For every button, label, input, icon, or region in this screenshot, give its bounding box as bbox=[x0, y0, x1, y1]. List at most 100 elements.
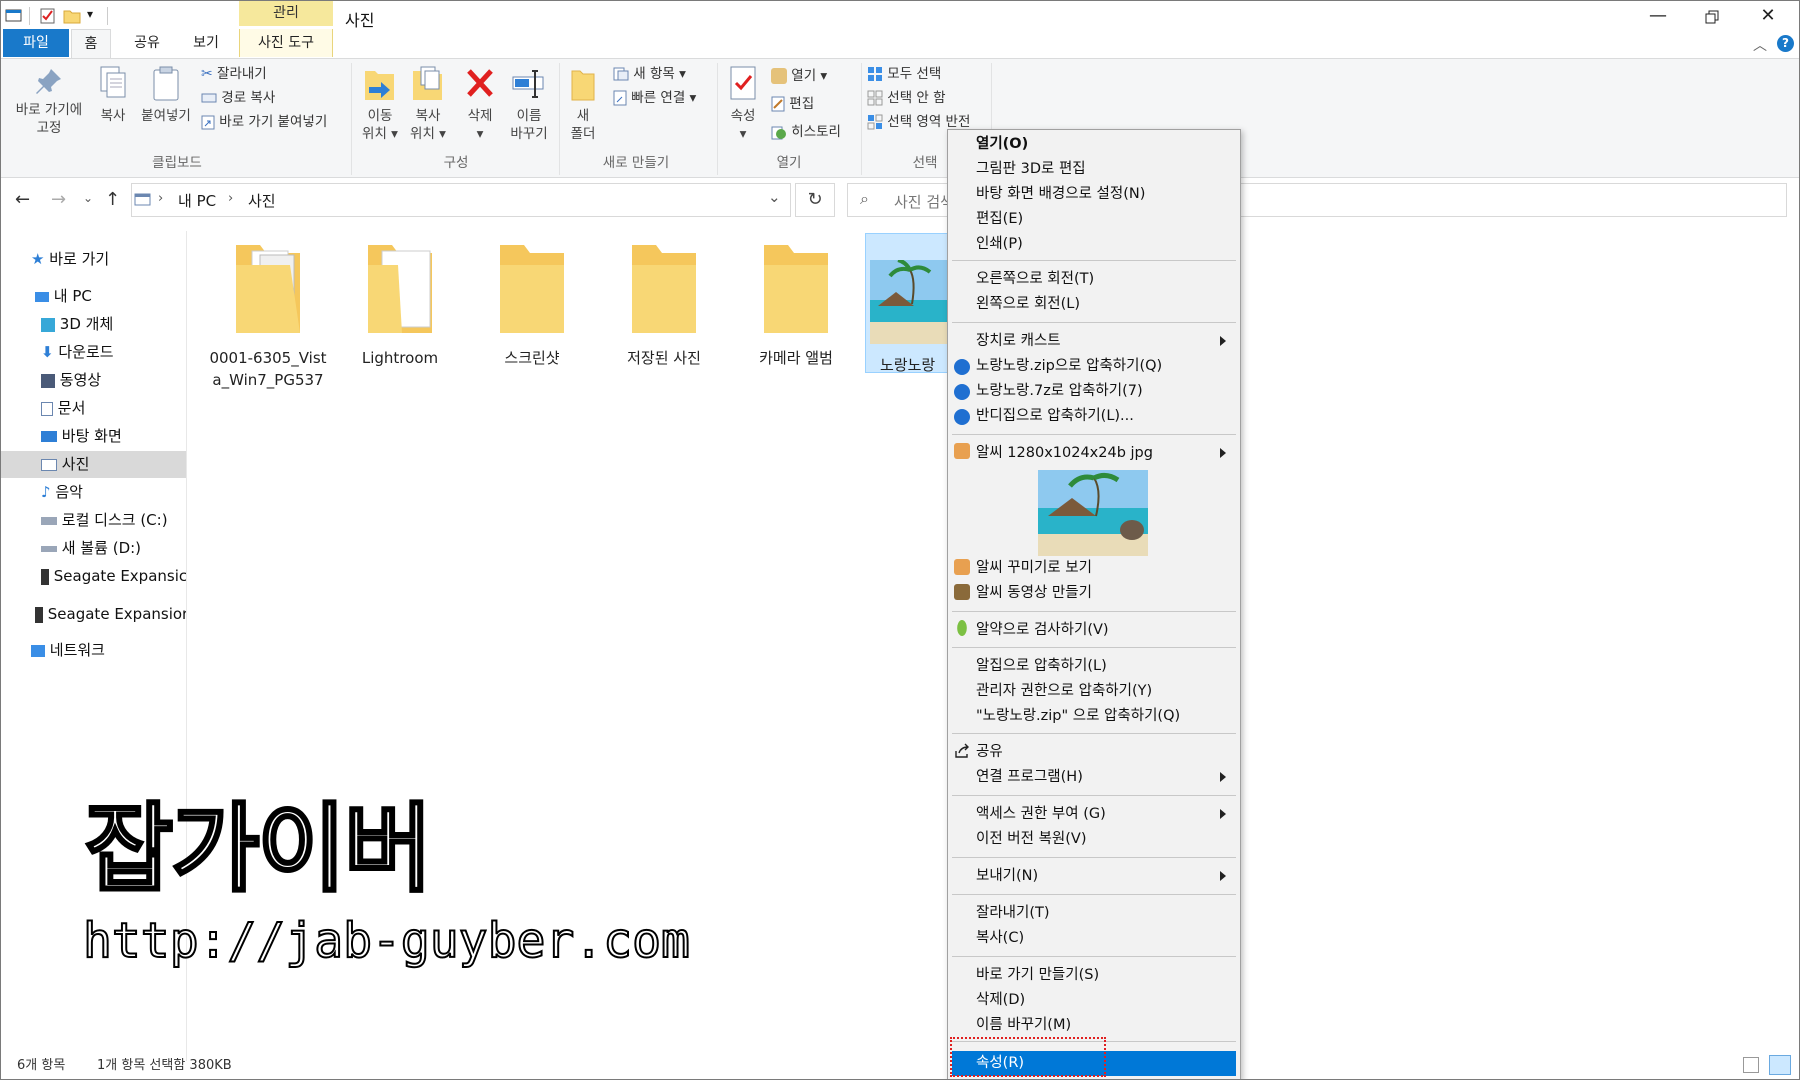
sidebar-item-seagate-2[interactable]: Seagate Expansior bbox=[1, 601, 186, 628]
back-button[interactable]: ← bbox=[15, 189, 30, 210]
tab-view[interactable]: 보기 bbox=[185, 29, 227, 57]
menu-item-restore-versions[interactable]: 이전 버전 복원(V) bbox=[976, 827, 1087, 852]
sidebar-item-3d-objects[interactable]: 3D 개체 bbox=[1, 311, 186, 338]
menu-item-alzip-admin[interactable]: 관리자 권한으로 압축하기(Y) bbox=[976, 679, 1152, 704]
menu-item-open-with[interactable]: 연결 프로그램(H) bbox=[976, 765, 1083, 790]
sidebar-item-pictures[interactable]: 사진 bbox=[1, 451, 186, 478]
copy-button[interactable]: 복사 bbox=[93, 65, 133, 125]
menu-item-bandizip[interactable]: 반디집으로 압축하기(L)... bbox=[976, 404, 1134, 429]
breadcrumb-this-pc[interactable]: 내 PC bbox=[178, 190, 216, 211]
forward-arrow-icon: → bbox=[51, 189, 67, 210]
collapse-ribbon-icon[interactable]: ︿ bbox=[1753, 35, 1767, 55]
menu-item-alzip[interactable]: 알집으로 압축하기(L) bbox=[976, 654, 1107, 679]
menu-item-share[interactable]: 공유 bbox=[976, 740, 1003, 765]
move-to-button[interactable]: 이동 위치 ▾ bbox=[357, 65, 403, 143]
customize-qat-icon[interactable]: ▾ bbox=[87, 7, 93, 21]
paste-shortcut-button[interactable]: 바로 가기 붙여넣기 bbox=[201, 111, 327, 133]
menu-item-give-access[interactable]: 액세스 권한 부여 (G) bbox=[976, 802, 1106, 827]
copy-to-button[interactable]: 복사 위치 ▾ bbox=[405, 65, 451, 143]
sidebar-item-seagate-1[interactable]: Seagate Expansic bbox=[1, 563, 186, 590]
sidebar-item-music[interactable]: ♪ 음악 bbox=[1, 479, 186, 506]
up-button[interactable]: ↑ bbox=[105, 189, 120, 210]
sidebar-item-new-volume[interactable]: 새 볼륨 (D:) bbox=[1, 535, 186, 562]
explorer-app-icon[interactable] bbox=[5, 7, 23, 25]
properties-button[interactable]: 속성 ▾ bbox=[721, 65, 765, 143]
menu-item-alsee-decorate[interactable]: 알씨 꾸미기로 보기 bbox=[976, 556, 1092, 581]
file-item[interactable]: 0001-6305_Vista_Win7_PG537 bbox=[209, 241, 327, 391]
open-button[interactable]: 열기 ▾ bbox=[771, 65, 827, 87]
sidebar-item-local-disk[interactable]: 로컬 디스크 (C:) bbox=[1, 507, 186, 534]
large-icons-view-icon[interactable] bbox=[1769, 1055, 1791, 1075]
file-item[interactable]: 카메라 앨범 bbox=[737, 241, 855, 369]
context-tab-group-label: 관리 bbox=[273, 5, 299, 21]
menu-item-rotate-left[interactable]: 왼쪽으로 회전(L) bbox=[976, 292, 1080, 317]
new-folder-button[interactable]: 새 폴더 bbox=[563, 65, 603, 143]
menu-item-cast-to-device[interactable]: 장치로 캐스트 bbox=[976, 329, 1061, 354]
tab-file[interactable]: 파일 bbox=[3, 29, 69, 57]
menu-item-copy[interactable]: 복사(C) bbox=[976, 926, 1024, 951]
menu-item-delete[interactable]: 삭제(D) bbox=[976, 988, 1025, 1013]
menu-item-rotate-right[interactable]: 오른쪽으로 회전(T) bbox=[976, 267, 1094, 292]
copy-label: 복사 bbox=[100, 108, 126, 124]
menu-item-print[interactable]: 인쇄(P) bbox=[976, 232, 1023, 257]
restore-button[interactable] bbox=[1685, 1, 1739, 33]
history-button[interactable]: 히스토리 bbox=[771, 121, 841, 143]
menu-item-set-wallpaper[interactable]: 바탕 화면 배경으로 설정(N) bbox=[976, 182, 1145, 207]
tab-picture-tools[interactable]: 사진 도구 bbox=[239, 29, 333, 57]
file-item[interactable]: 스크린샷 bbox=[473, 241, 591, 369]
tab-home[interactable]: 홈 bbox=[71, 29, 111, 58]
sidebar-item-quick-access[interactable]: ★ 바로 가기 bbox=[1, 246, 186, 273]
sidebar-item-network[interactable]: 네트워크 bbox=[1, 637, 186, 664]
file-item[interactable]: Lightroom bbox=[341, 241, 459, 369]
pictures-folder-icon bbox=[134, 193, 151, 206]
sidebar-item-documents[interactable]: 문서 bbox=[1, 395, 186, 422]
sidebar-item-desktop[interactable]: 바탕 화면 bbox=[1, 423, 186, 450]
sidebar-item-this-pc[interactable]: 내 PC bbox=[1, 283, 186, 310]
menu-item-cut[interactable]: 잘라내기(T) bbox=[976, 901, 1050, 926]
menu-item-bandizip-zip[interactable]: 노랑노랑.zip으로 압축하기(Q) bbox=[976, 354, 1162, 379]
breadcrumb-pictures[interactable]: 사진 bbox=[248, 190, 276, 211]
menu-item-alzip-named[interactable]: "노랑노랑.zip" 으로 압축하기(Q) bbox=[976, 704, 1180, 729]
address-dropdown-icon[interactable]: ⌄ bbox=[768, 188, 781, 206]
close-button[interactable]: ✕ bbox=[1741, 1, 1795, 33]
rename-button[interactable]: 이름 바꾸기 bbox=[505, 65, 553, 143]
minimize-button[interactable]: — bbox=[1631, 1, 1685, 33]
pin-quick-access-button[interactable]: 바로 가기에 고정 bbox=[9, 65, 89, 137]
file-item-selected[interactable]: 노랑노랑 bbox=[865, 233, 955, 374]
paste-button[interactable]: 붙여넣기 bbox=[137, 65, 195, 125]
menu-item-alyac-scan[interactable]: 알약으로 검사하기(V) bbox=[976, 618, 1109, 643]
easy-access-icon bbox=[613, 90, 627, 106]
cut-button[interactable]: ✂ 잘라내기 bbox=[201, 63, 267, 85]
menu-item-rename[interactable]: 이름 바꾸기(M) bbox=[976, 1013, 1071, 1038]
forward-button[interactable]: → bbox=[51, 189, 66, 210]
menu-item-alsee-info[interactable]: 알씨 1280x1024x24b jpg bbox=[976, 441, 1153, 466]
menu-item-open[interactable]: 열기(O) bbox=[976, 132, 1028, 157]
file-item[interactable]: 저장된 사진 bbox=[605, 241, 723, 369]
copy-path-button[interactable]: 경로 복사 bbox=[201, 87, 275, 109]
restore-icon bbox=[1705, 10, 1719, 24]
tab-share[interactable]: 공유 bbox=[127, 29, 167, 57]
sidebar-item-videos[interactable]: 동영상 bbox=[1, 367, 186, 394]
select-none-button[interactable]: 선택 안 함 bbox=[867, 87, 946, 109]
recent-locations-button[interactable]: ⌄ bbox=[83, 191, 93, 205]
sidebar-item-downloads[interactable]: ⬇ 다운로드 bbox=[1, 339, 186, 366]
menu-item-alsee-video[interactable]: 알씨 동영상 만들기 bbox=[976, 581, 1092, 606]
menu-item-bandizip-7z[interactable]: 노랑노랑.7z로 압축하기(7) bbox=[976, 379, 1143, 404]
delete-button[interactable]: 삭제 ▾ bbox=[457, 65, 503, 143]
address-bar[interactable]: › 내 PC › 사진 ⌄ bbox=[131, 183, 791, 217]
easy-access-button[interactable]: 빠른 연결 ▾ bbox=[613, 87, 696, 109]
menu-item-edit[interactable]: 편집(E) bbox=[976, 207, 1023, 232]
details-view-icon[interactable] bbox=[1743, 1057, 1759, 1073]
edit-button[interactable]: 편집 bbox=[771, 93, 814, 115]
sidebar-item-label: 문서 bbox=[57, 399, 86, 417]
menu-item-paint3d[interactable]: 그림판 3D로 편집 bbox=[976, 157, 1086, 182]
submenu-arrow-icon bbox=[1220, 336, 1226, 346]
properties-icon[interactable] bbox=[39, 7, 57, 25]
refresh-button[interactable]: ↻ bbox=[795, 183, 835, 217]
menu-item-create-shortcut[interactable]: 바로 가기 만들기(S) bbox=[976, 963, 1099, 988]
help-icon[interactable]: ? bbox=[1777, 35, 1794, 52]
new-folder-icon[interactable] bbox=[63, 7, 81, 25]
menu-item-send-to[interactable]: 보내기(N) bbox=[976, 864, 1038, 889]
new-item-button[interactable]: 새 항목 ▾ bbox=[613, 63, 686, 85]
select-all-button[interactable]: 모두 선택 bbox=[867, 63, 941, 85]
